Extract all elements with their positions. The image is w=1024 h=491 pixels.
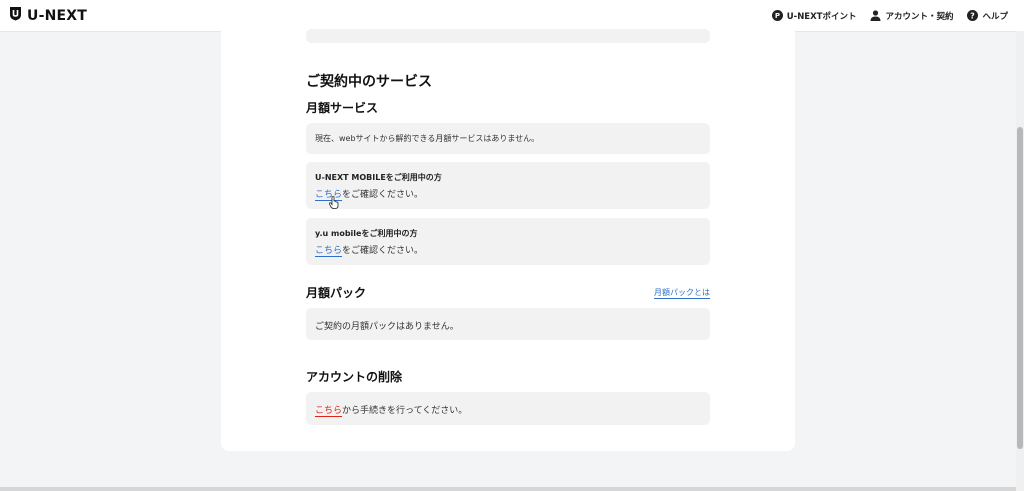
yu-mobile-line: こちらをご確認ください。	[315, 243, 424, 257]
top-header: U-NEXT P U-NEXTポイント アカウント・契約 ? ヘルプ	[0, 0, 1024, 32]
scrollbar-thumb[interactable]	[1017, 127, 1023, 449]
account-delete-rest: から手続きを行ってください。	[342, 406, 468, 416]
nav-account[interactable]: アカウント・契約	[870, 10, 953, 22]
user-icon	[870, 10, 881, 21]
monthly-services-title: 月額サービス	[306, 101, 379, 115]
content-card: ご契約中のサービス 月額サービス 現在、webサイトから解約できる月額サービスは…	[221, 29, 795, 451]
mobile-box: U-NEXT MOBILEをご利用中の方 こちらをご確認ください。	[306, 162, 710, 209]
previous-section-box	[306, 29, 710, 43]
u-next-logo[interactable]: U-NEXT	[9, 7, 87, 24]
svg-text:P: P	[775, 12, 780, 20]
monthly-pack-info-link[interactable]: 月額パックとは	[654, 287, 710, 299]
nav-help[interactable]: ? ヘルプ	[967, 10, 1008, 22]
svg-text:?: ?	[971, 11, 976, 20]
monthly-pack-notice-box: ご契約の月額パックはありません。	[306, 308, 710, 340]
mobile-rest: をご確認ください。	[342, 190, 424, 200]
header-nav: P U-NEXTポイント アカウント・契約 ? ヘルプ	[771, 0, 1008, 31]
monthly-services-notice: 現在、webサイトから解約できる月額サービスはありません。	[315, 134, 540, 143]
nav-points-label: U-NEXTポイント	[786, 11, 857, 22]
nav-account-label: アカウント・契約	[885, 11, 954, 22]
monthly-pack-title: 月額パック	[306, 286, 367, 300]
account-delete-link[interactable]: こちら	[315, 406, 343, 417]
page-scrollbar[interactable]	[1016, 31, 1024, 491]
monthly-pack-notice: ご契約の月額パックはありません。	[315, 322, 459, 332]
account-delete-box: こちらから手続きを行ってください。	[306, 392, 710, 425]
bottom-strip	[0, 487, 1016, 491]
yu-mobile-link[interactable]: こちら	[315, 246, 343, 257]
section-title: ご契約中のサービス	[306, 74, 432, 90]
yu-mobile-title: y.u mobileをご利用中の方	[315, 229, 418, 238]
account-delete-title: アカウントの削除	[306, 370, 403, 384]
nav-points[interactable]: P U-NEXTポイント	[771, 10, 857, 22]
logo-shield-icon	[9, 6, 22, 25]
hand-cursor-icon	[329, 194, 339, 213]
yu-mobile-rest: をご確認ください。	[342, 246, 424, 256]
nav-help-label: ヘルプ	[982, 11, 1008, 22]
yu-mobile-box: y.u mobileをご利用中の方 こちらをご確認ください。	[306, 218, 710, 265]
monthly-services-notice-box: 現在、webサイトから解約できる月額サービスはありません。	[306, 123, 710, 154]
help-icon: ?	[967, 10, 979, 21]
point-icon: P	[771, 10, 783, 21]
account-delete-line: こちらから手続きを行ってください。	[315, 403, 468, 417]
logo-text: U-NEXT	[27, 7, 88, 24]
mobile-title: U-NEXT MOBILEをご利用中の方	[315, 173, 442, 182]
